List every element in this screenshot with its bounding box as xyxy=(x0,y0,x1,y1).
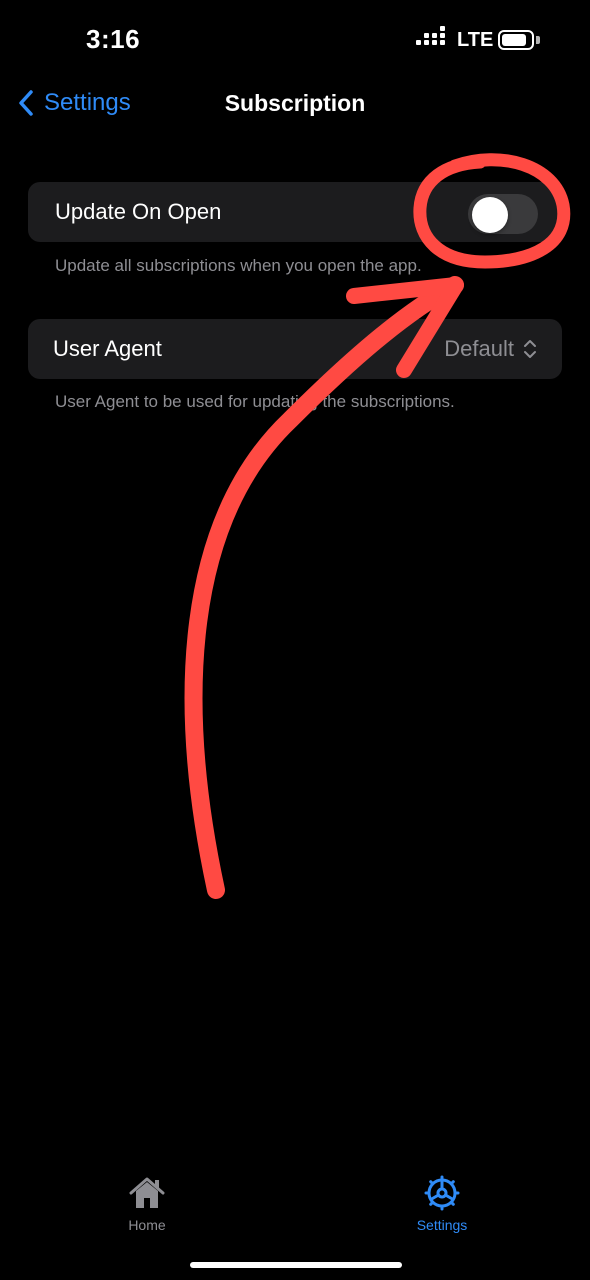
toggle-knob xyxy=(472,197,508,233)
update-on-open-footer: Update all subscriptions when you open t… xyxy=(55,256,422,275)
signal-dots-icon xyxy=(416,26,446,50)
update-on-open-row: Update On Open xyxy=(28,182,562,242)
home-indicator xyxy=(190,1262,402,1268)
user-agent-value: Default xyxy=(444,336,514,361)
chevron-up-down-icon xyxy=(524,340,536,358)
update-on-open-label: Update On Open xyxy=(55,199,222,224)
page-title: Subscription xyxy=(224,90,366,116)
house-icon xyxy=(129,1177,165,1208)
tab-settings-label: Settings xyxy=(416,1217,468,1233)
status-time: 3:16 xyxy=(86,24,141,54)
user-agent-row[interactable]: User Agent Default xyxy=(28,319,562,379)
user-agent-picker[interactable]: Default xyxy=(444,336,538,362)
status-bar: 3:16 LTE xyxy=(0,0,590,80)
tab-home-label: Home xyxy=(128,1217,166,1233)
battery-icon xyxy=(498,30,534,50)
network-type: LTE xyxy=(457,29,494,51)
battery-nub xyxy=(536,36,540,44)
tab-home[interactable]: Home xyxy=(87,1173,207,1233)
navigation-bar: Settings Subscription xyxy=(0,80,590,130)
tab-settings[interactable]: Settings xyxy=(382,1173,502,1233)
user-agent-footer: User Agent to be used for updating the s… xyxy=(55,392,455,411)
update-on-open-toggle[interactable] xyxy=(468,194,538,234)
gear-icon xyxy=(424,1175,460,1211)
user-agent-label: User Agent xyxy=(53,336,162,361)
